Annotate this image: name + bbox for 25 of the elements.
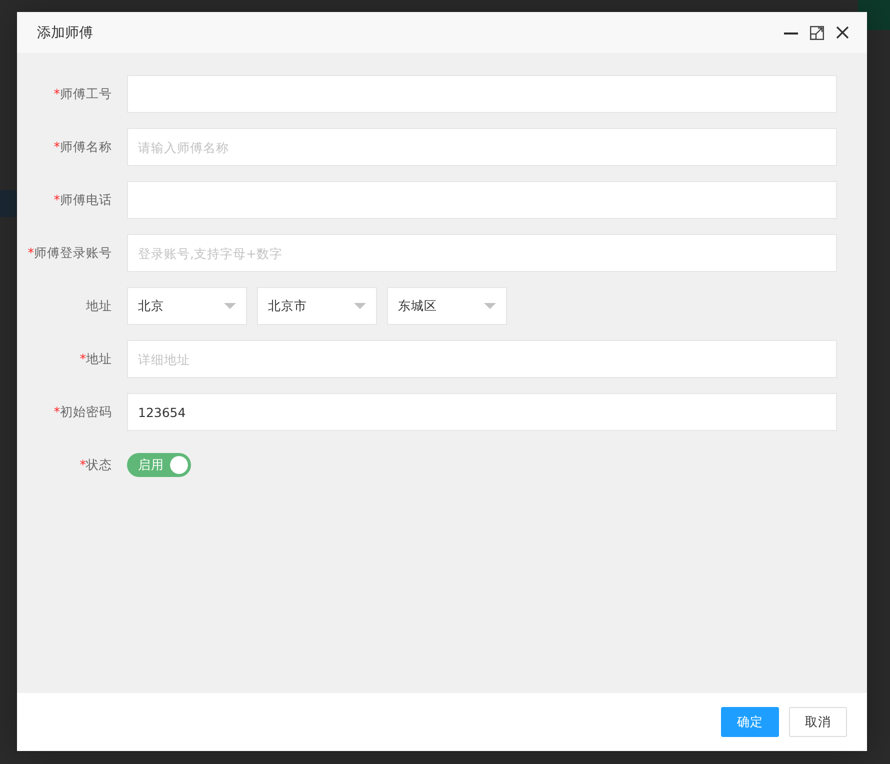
- field-label: *师傅工号: [52, 86, 113, 102]
- caret-icon: [354, 303, 366, 309]
- cancel-button[interactable]: 取消: [789, 707, 847, 737]
- input-field[interactable]: 请输入师傅名称: [127, 128, 837, 166]
- input-field[interactable]: [127, 75, 837, 113]
- input-field[interactable]: 123654: [127, 393, 837, 431]
- field-label: 地址: [85, 298, 113, 314]
- select-field[interactable]: 北京: [127, 287, 247, 325]
- switch-knob-icon: [170, 456, 188, 474]
- field-label: *初始密码: [52, 404, 113, 420]
- caret-icon: [224, 303, 236, 309]
- input-field[interactable]: [127, 181, 837, 219]
- maximize-icon[interactable]: [810, 26, 824, 40]
- input-field[interactable]: 登录账号,支持字母+数字: [127, 234, 837, 272]
- select-field[interactable]: 北京市: [257, 287, 377, 325]
- field-label: *师傅名称: [52, 138, 113, 156]
- caret-icon: [484, 303, 496, 309]
- field-label: *师傅电话: [52, 192, 113, 208]
- field-label: *地址: [78, 350, 113, 368]
- field-label: *状态: [78, 456, 113, 474]
- input-field[interactable]: 详细地址: [127, 340, 837, 378]
- field-label: *师傅登录账号: [26, 244, 113, 262]
- select-field[interactable]: 东城区: [387, 287, 507, 325]
- dialog-title: 添加师傅: [37, 24, 94, 42]
- close-icon[interactable]: [836, 26, 849, 39]
